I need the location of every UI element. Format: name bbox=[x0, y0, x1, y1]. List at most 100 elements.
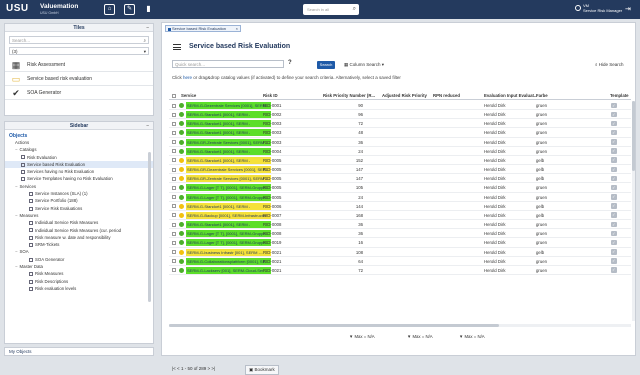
template-checkbox[interactable]: ✓ bbox=[611, 258, 617, 264]
row-checkbox[interactable] bbox=[172, 213, 176, 218]
row-checkbox[interactable] bbox=[172, 222, 176, 227]
row-checkbox[interactable] bbox=[172, 167, 176, 172]
tree-item[interactable]: Risk Evaluation bbox=[5, 154, 153, 161]
template-checkbox[interactable]: ✓ bbox=[611, 157, 617, 163]
row-checkbox[interactable] bbox=[172, 149, 176, 154]
collapse-icon[interactable]: − bbox=[15, 147, 18, 152]
column-header[interactable]: Risk Priority Number (R... bbox=[323, 93, 375, 98]
grid-vertical-scrollbar[interactable] bbox=[632, 101, 635, 321]
table-row[interactable]: SERM-G-Standort1 [0001], SERM - physisch… bbox=[169, 220, 631, 230]
column-header[interactable]: Evaluation Input Evaluat... bbox=[484, 93, 537, 98]
objects-heading[interactable]: Objects bbox=[5, 130, 153, 139]
collapse-icon[interactable]: − bbox=[15, 184, 18, 189]
tile-item[interactable]: ✔ SOA Generator bbox=[5, 86, 153, 100]
service-cell[interactable]: SERM-G-Standort1 [0001], SERM - physisch… bbox=[186, 221, 271, 229]
tree-item[interactable]: Services having no Risk Evaluation bbox=[5, 168, 153, 175]
column-header[interactable]: Adjusted Risk Priority bbox=[382, 93, 427, 98]
column-header[interactable]: Service bbox=[181, 93, 196, 98]
home-icon[interactable]: ⌂ bbox=[104, 4, 115, 15]
service-cell[interactable]: SERM-G-Lager [T T], [0001], SERM-Gruppe.… bbox=[186, 184, 271, 192]
hint-link[interactable]: here bbox=[183, 75, 192, 80]
tree-item[interactable]: − Services bbox=[5, 183, 153, 190]
collapse-icon[interactable]: − bbox=[15, 249, 18, 254]
row-checkbox[interactable] bbox=[172, 231, 176, 236]
tree-item[interactable]: − Catalogs bbox=[5, 146, 153, 153]
tree-item[interactable]: Individual Service Risk Measures bbox=[5, 219, 153, 226]
service-cell[interactable]: SERM-G-Standort1 [0001], SERM - physisch… bbox=[186, 129, 271, 137]
service-cell[interactable]: SERM-G-Lager [T T], [0001], SERM-Gruppe.… bbox=[186, 239, 271, 247]
tree-item[interactable]: Actions bbox=[5, 139, 153, 146]
template-checkbox[interactable]: ✓ bbox=[611, 175, 617, 182]
table-row[interactable]: SERM-GR-Zentrale Services [0001], SERM -… bbox=[169, 174, 631, 184]
collapse-icon[interactable]: − bbox=[15, 213, 18, 218]
template-checkbox[interactable]: ✓ bbox=[611, 111, 617, 118]
tile-item[interactable]: ▦ Risk Assessment bbox=[5, 58, 153, 72]
row-checkbox[interactable] bbox=[172, 195, 176, 200]
row-checkbox[interactable] bbox=[172, 176, 176, 181]
tree-item[interactable]: Risk evaluation levels bbox=[5, 285, 153, 292]
template-checkbox[interactable]: ✓ bbox=[611, 139, 617, 145]
column-header[interactable]: Risk ID bbox=[263, 93, 278, 98]
row-checkbox[interactable] bbox=[172, 240, 176, 245]
tree-item[interactable]: Service Risk Evaluations bbox=[5, 205, 153, 212]
service-cell[interactable]: SERM-G-Lager [T T], [0001], SERM-Gruppe.… bbox=[186, 193, 271, 201]
row-checkbox[interactable] bbox=[172, 121, 176, 126]
minimize-icon[interactable]: – bbox=[146, 122, 149, 130]
tiles-filter-select[interactable]: (3) ▾ bbox=[9, 47, 149, 55]
row-checkbox[interactable] bbox=[172, 185, 176, 190]
user-avatar-icon[interactable] bbox=[575, 5, 581, 11]
grid-horizontal-scrollbar[interactable] bbox=[169, 324, 631, 327]
row-checkbox[interactable] bbox=[172, 250, 176, 254]
template-checkbox[interactable]: ✓ bbox=[611, 102, 617, 108]
hamburger-menu-icon[interactable] bbox=[173, 44, 181, 50]
row-checkbox[interactable] bbox=[172, 103, 176, 108]
sidebar-scrollbar[interactable] bbox=[148, 152, 151, 302]
table-row[interactable]: SERM-G-Standort1 [0001], SERM - physisch… bbox=[169, 119, 631, 129]
tree-item[interactable]: Individual Service Risk Measures (cur. p… bbox=[5, 227, 153, 234]
template-checkbox[interactable]: ✓ bbox=[611, 166, 617, 173]
tree-item[interactable]: SOA Generator bbox=[5, 256, 153, 263]
search-icon[interactable]: ⌕ bbox=[143, 37, 146, 44]
table-row[interactable]: SERM-G-Dezentrale Services [0001], SERM-… bbox=[169, 101, 631, 111]
tree-item[interactable]: Risk measure w. date and responsibility bbox=[5, 234, 153, 241]
table-row[interactable]: SERM-GR-Dezentrale Services [0001], SER.… bbox=[169, 165, 631, 175]
tiles-search-input[interactable]: Search... ⌕ bbox=[9, 36, 149, 44]
service-cell[interactable]: SERM-G-Backup [0001], SERM-Infrastructur… bbox=[186, 211, 271, 219]
logout-icon[interactable]: ⇥ bbox=[625, 5, 631, 13]
service-cell[interactable]: SERM-G-Standort1 [0001], SERM - physisch… bbox=[186, 202, 271, 210]
row-checkbox[interactable] bbox=[172, 204, 176, 209]
my-objects-panel[interactable]: My Objects bbox=[4, 347, 154, 356]
search-icon[interactable]: ⌕ bbox=[353, 4, 356, 15]
service-cell[interactable]: SERM-G-Dezentrale Services [0001], SERM-… bbox=[186, 102, 271, 109]
table-row[interactable]: SERM-G-Standort1 [0001], SERM - physisch… bbox=[169, 147, 631, 156]
global-search-input[interactable]: Search in all ⌕ bbox=[303, 4, 359, 15]
row-checkbox[interactable] bbox=[172, 140, 176, 145]
template-checkbox[interactable]: ✓ bbox=[611, 120, 617, 127]
quick-search-input[interactable]: Quick search... bbox=[172, 60, 284, 68]
bookmark-button[interactable]: ▣ Bookmark bbox=[245, 365, 279, 375]
row-checkbox[interactable] bbox=[172, 268, 176, 273]
template-checkbox[interactable]: ✓ bbox=[611, 129, 617, 136]
tree-item[interactable]: Service based Risk Evaluation bbox=[5, 160, 153, 169]
tree-item[interactable]: Risk Descriptions bbox=[5, 278, 153, 285]
service-cell[interactable]: SERM-GR-Dezentrale Services [0001], SER.… bbox=[186, 166, 271, 174]
service-cell[interactable]: SERM-G-Standort1 [0001], SERM - physisch… bbox=[186, 156, 271, 164]
tree-item[interactable]: Service Templates having no Risk Evaluat… bbox=[5, 175, 153, 182]
table-row[interactable]: SERM-G-Lager [T T], [0001], SERM-Gruppe.… bbox=[169, 238, 631, 248]
table-row[interactable]: SERM-G-Collaborationsplattform [0001], S… bbox=[169, 257, 631, 266]
user-info[interactable]: VM Service Risk Manager bbox=[583, 3, 622, 13]
table-row[interactable]: SERM-G-Standort1 [0001], SERM - physisch… bbox=[169, 156, 631, 166]
table-row[interactable]: SERM-GR-Zentrale Services [0001], SERM -… bbox=[169, 138, 631, 147]
column-header[interactable]: Template bbox=[610, 93, 629, 98]
tree-item[interactable]: − SOA bbox=[5, 248, 153, 255]
table-row[interactable]: SERM-G-Standort1 [0001], SERM - physisch… bbox=[169, 202, 631, 211]
column-search-toggle[interactable]: ▦ Column Search ▾ bbox=[344, 61, 384, 69]
service-cell[interactable]: SERM-G-Standort1 [0001], SERM - physisch… bbox=[186, 111, 271, 119]
template-checkbox[interactable]: ✓ bbox=[611, 267, 617, 273]
row-checkbox[interactable] bbox=[172, 158, 176, 163]
edit-icon[interactable]: ✎ bbox=[124, 4, 135, 15]
service-cell[interactable]: SERM-GR-Zentrale Services [0001], SERM -… bbox=[186, 138, 271, 146]
tile-item[interactable]: ▭ Service based risk evaluation bbox=[5, 72, 153, 86]
table-row[interactable]: SERM-G-Standort1 [0001], SERM - physisch… bbox=[169, 110, 631, 120]
row-checkbox[interactable] bbox=[172, 112, 176, 117]
